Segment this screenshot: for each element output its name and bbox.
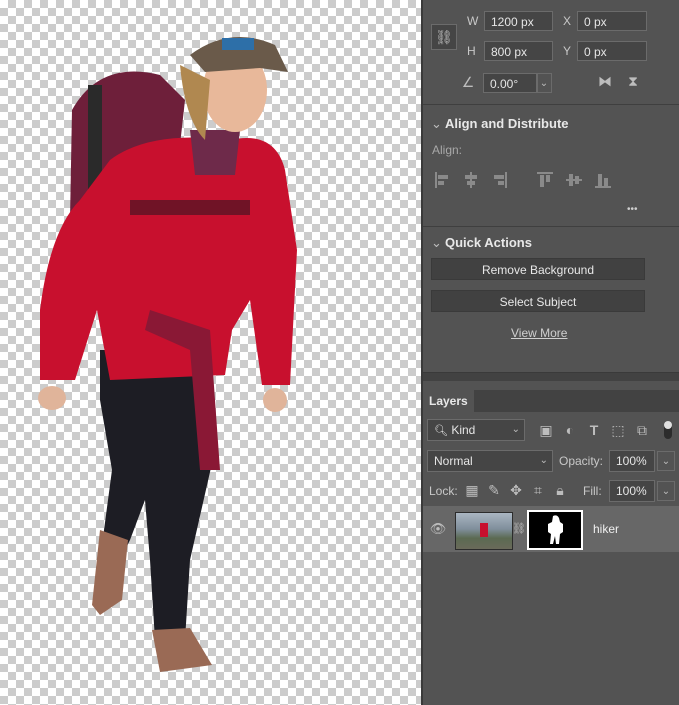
align-right-edges-icon[interactable] — [491, 172, 507, 188]
search-icon: 🔍︎ — [434, 425, 448, 437]
quick-actions-title-text: Quick Actions — [445, 235, 532, 250]
layers-empty-area — [423, 552, 679, 705]
chevron-down-icon: ⌄ — [431, 235, 442, 250]
align-left-edges-icon[interactable] — [435, 172, 451, 188]
select-subject-button[interactable]: Select Subject — [431, 290, 645, 312]
y-label: Y — [563, 44, 572, 58]
filter-type-icon[interactable]: T — [585, 421, 603, 439]
opacity-dropdown-icon[interactable]: ⌄ — [657, 451, 675, 471]
lock-artboard-icon[interactable]: ⌗ — [529, 481, 547, 499]
separator — [423, 104, 679, 105]
view-more-link[interactable]: View More — [511, 326, 567, 340]
fill-label: Fill: — [583, 484, 602, 498]
y-field[interactable]: 0 px — [577, 41, 647, 61]
align-title-text: Align and Distribute — [445, 116, 569, 131]
mask-link-icon[interactable]: ⛓ — [512, 520, 526, 538]
document-canvas[interactable] — [0, 0, 421, 705]
height-field[interactable]: 800 px — [484, 41, 553, 61]
chevron-down-icon: ⌄ — [539, 455, 548, 466]
layers-panel-header: Layers — [423, 390, 679, 412]
layer-row[interactable]: 👁︎ ⛓ hiker — [423, 506, 679, 552]
width-field[interactable]: 1200 px — [484, 11, 553, 31]
lock-transparent-pixels-icon[interactable]: ▦ — [463, 481, 481, 499]
mask-silhouette — [548, 515, 563, 544]
fill-dropdown-icon[interactable]: ⌄ — [657, 481, 675, 501]
align-section-title[interactable]: ⌄ Align and Distribute — [431, 116, 569, 132]
flip-horizontal-icon[interactable]: ⧓ — [595, 72, 615, 90]
align-bottom-edges-icon[interactable] — [595, 172, 611, 188]
visibility-eye-icon[interactable]: 👁︎ — [429, 520, 447, 538]
x-field[interactable]: 0 px — [577, 11, 647, 31]
panel-resize-bar[interactable] — [423, 372, 679, 381]
blend-mode-value: Normal — [434, 454, 473, 468]
lock-all-icon[interactable]: 🔒︎ — [551, 481, 569, 499]
quick-actions-section-title[interactable]: ⌄ Quick Actions — [431, 235, 532, 251]
align-top-edges-icon[interactable] — [537, 172, 553, 188]
blend-mode-select[interactable]: Normal ⌄ — [427, 450, 553, 472]
filter-smart-object-icon[interactable]: ⧉ — [633, 421, 651, 439]
align-label: Align: — [432, 143, 463, 157]
height-label: H — [467, 44, 476, 58]
hiker-cutout-image — [38, 37, 297, 672]
angle-icon: ∠ — [461, 74, 475, 90]
layer-filter-kind-select[interactable]: 🔍︎ Kind ⌄ — [427, 419, 525, 441]
opacity-label: Opacity: — [559, 454, 604, 468]
filter-kind-value: Kind — [451, 423, 476, 437]
angle-dropdown-icon[interactable]: ⌄ — [536, 73, 552, 93]
separator — [423, 226, 679, 227]
remove-background-button[interactable]: Remove Background — [431, 258, 645, 280]
chevron-down-icon: ⌄ — [511, 424, 520, 435]
fill-field[interactable]: 100% — [609, 480, 655, 502]
lock-label: Lock: — [429, 484, 458, 498]
lock-image-pixels-icon[interactable]: ✎ — [485, 481, 503, 499]
layer-mask-thumbnail[interactable] — [527, 510, 583, 550]
filter-shape-icon[interactable]: ⬚ — [609, 421, 627, 439]
link-constraint-icon[interactable]: ⛓ — [431, 24, 457, 50]
right-panel: ⛓ W 1200 px X 0 px H 800 px Y 0 px ∠ 0.0… — [423, 0, 679, 705]
filter-adjustment-icon[interactable]: ◐ — [561, 421, 579, 439]
chevron-down-icon: ⌄ — [431, 116, 442, 131]
layer-thumbnail — [455, 512, 513, 550]
x-label: X — [563, 14, 572, 28]
tab-layers[interactable]: Layers — [423, 390, 474, 412]
filter-pixel-icon[interactable]: ▣ — [537, 421, 555, 439]
align-vertical-centers-icon[interactable] — [566, 172, 582, 188]
more-options-icon[interactable]: ••• — [627, 204, 638, 215]
fill-value: 100% — [616, 484, 647, 498]
lock-position-icon[interactable]: ✥ — [507, 481, 525, 499]
flip-vertical-icon[interactable]: ⧗ — [623, 72, 643, 90]
opacity-field[interactable]: 100% — [609, 450, 655, 472]
opacity-value: 100% — [616, 454, 647, 468]
width-label: W — [467, 14, 479, 28]
layer-name[interactable]: hiker — [593, 522, 619, 536]
angle-field[interactable]: 0.00° — [483, 73, 538, 93]
align-horizontal-centers-icon[interactable] — [463, 172, 479, 188]
filter-toggle-icon[interactable] — [664, 421, 672, 439]
